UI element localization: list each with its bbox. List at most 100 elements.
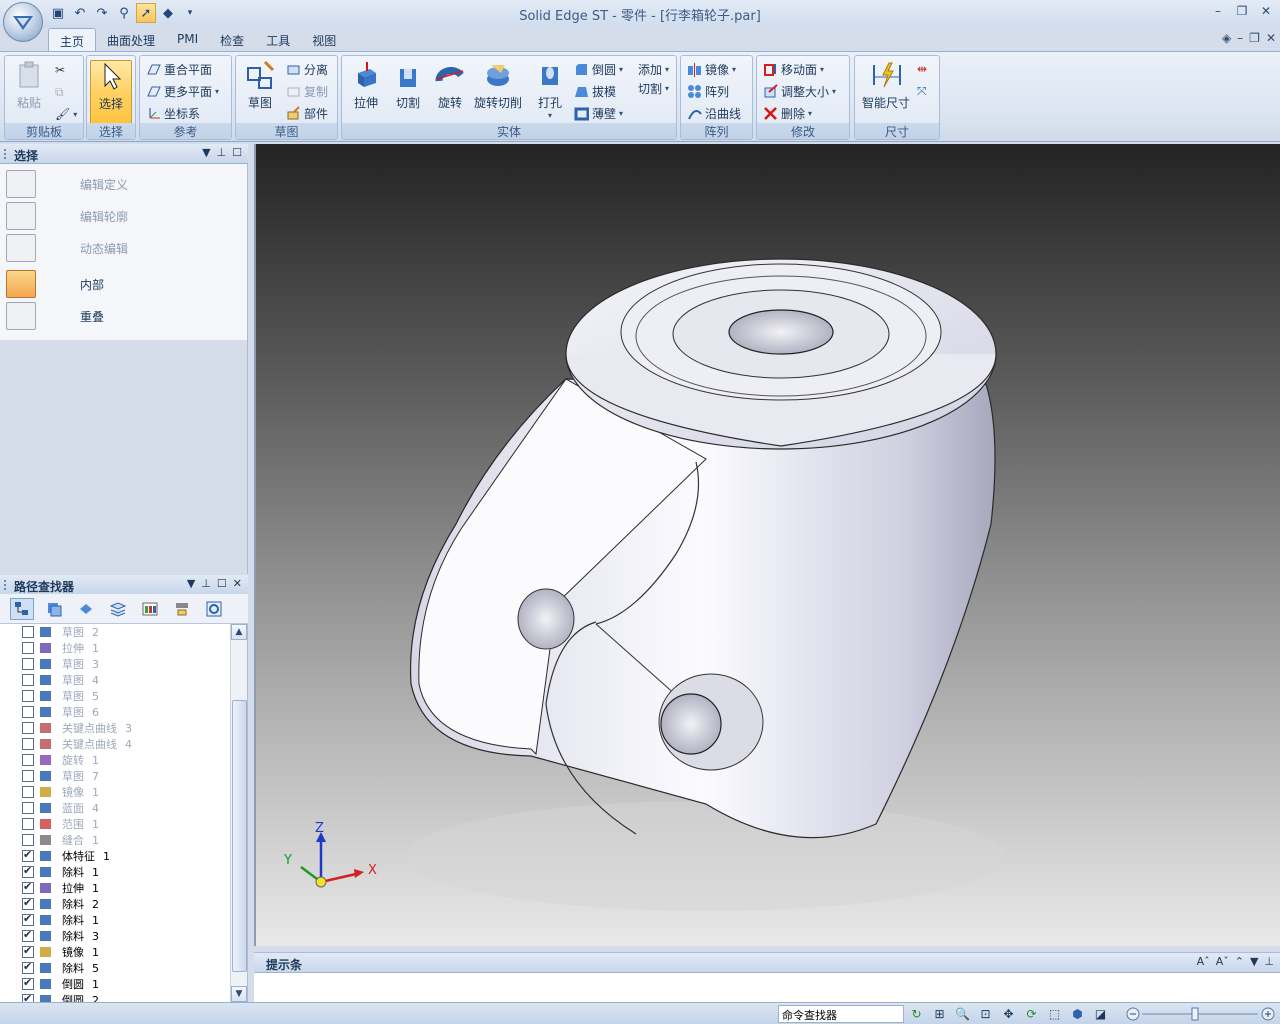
panel-grip-icon[interactable]	[4, 149, 7, 159]
pathfinder-maximize-icon[interactable]: ☐	[217, 577, 227, 590]
feature-visibility-checkbox[interactable]	[22, 706, 34, 718]
feature-visibility-checkbox[interactable]	[22, 674, 34, 686]
hole-button[interactable]: 打孔 ▾	[530, 60, 570, 120]
layers-icon[interactable]	[42, 598, 66, 620]
feature-tree-item[interactable]: 除料 1	[0, 912, 230, 928]
feature-visibility-checkbox[interactable]	[22, 786, 34, 798]
delete-button[interactable]: 删除 ▾	[763, 103, 812, 123]
caster-model[interactable]: Z X Y	[256, 144, 1280, 946]
feature-visibility-checkbox[interactable]	[22, 896, 34, 910]
tab-home[interactable]: 主页	[48, 28, 97, 52]
sketch-button[interactable]: 草图	[240, 60, 280, 111]
feature-tree-item[interactable]: 镜像 1	[0, 944, 230, 960]
cut-button[interactable]: 切割	[388, 60, 428, 111]
pathfinder-pin-icon[interactable]: ⊥	[201, 577, 211, 590]
feature-tree-item[interactable]: 除料 1	[0, 864, 230, 880]
sketch-view-icon[interactable]: ◪	[1092, 1005, 1109, 1022]
move-face-button[interactable]: 移动面 ▾	[763, 59, 824, 79]
collapse-icon[interactable]: ⌃	[1235, 955, 1244, 968]
feature-tree-item[interactable]: 草图 5	[0, 688, 230, 704]
scroll-thumb[interactable]	[232, 700, 247, 972]
shaded-icon[interactable]: ⬢	[1069, 1005, 1086, 1022]
help-book-icon[interactable]: ◈	[1222, 31, 1231, 45]
round-button[interactable]: 倒圆 ▾	[574, 59, 623, 79]
view-orient-icon[interactable]: ⬚	[1046, 1005, 1063, 1022]
zoom-icon[interactable]: 🔍	[954, 1005, 971, 1022]
command-finder-input[interactable]: 命令查找器	[778, 1005, 904, 1023]
copy-icon[interactable]: ⧉	[55, 82, 64, 102]
smart-dimension-button[interactable]: 智能尺寸	[859, 60, 913, 111]
resize-button[interactable]: 调整大小 ▾	[763, 81, 836, 101]
prompt-pin-icon[interactable]: ⊥	[1264, 955, 1274, 968]
feature-visibility-checkbox[interactable]	[22, 818, 34, 830]
feature-visibility-checkbox[interactable]	[22, 976, 34, 990]
doc-minimize-icon[interactable]: –	[1237, 31, 1243, 45]
feature-tree-item[interactable]: 草图 3	[0, 656, 230, 672]
pathfinder-grip-icon[interactable]	[4, 580, 7, 590]
feature-visibility-checkbox[interactable]	[22, 690, 34, 702]
axis-triad[interactable]: Z X Y	[283, 821, 377, 888]
family-of-parts-icon[interactable]	[138, 598, 162, 620]
coincident-plane-button[interactable]: 重合平面	[146, 59, 212, 79]
pathfinder-menu-icon[interactable]: ▼	[187, 577, 195, 590]
maximize-icon[interactable]: ❐	[1234, 3, 1250, 19]
panel-pin-icon[interactable]: ⊥	[217, 146, 227, 159]
feature-visibility-checkbox[interactable]	[22, 754, 34, 766]
add-button[interactable]: 添加 ▾	[638, 59, 669, 79]
feature-visibility-checkbox[interactable]	[22, 642, 34, 654]
feature-tree-item[interactable]: 体特征 1	[0, 848, 230, 864]
minimize-icon[interactable]: –	[1210, 3, 1226, 19]
rotate-icon[interactable]: ⟳	[1023, 1005, 1040, 1022]
close-icon[interactable]: ✕	[1258, 3, 1274, 19]
fit-icon[interactable]: ⊡	[977, 1005, 994, 1022]
feature-visibility-checkbox[interactable]	[22, 848, 34, 862]
pathfinder-close-icon[interactable]: ✕	[233, 577, 242, 590]
feature-visibility-checkbox[interactable]	[22, 880, 34, 894]
dimension-style-icon[interactable]: ⇹	[917, 59, 927, 79]
pan-icon[interactable]: ✥	[1000, 1005, 1017, 1022]
tab-surfacing[interactable]: 曲面处理	[96, 28, 166, 52]
assembly-icon[interactable]	[170, 598, 194, 620]
thin-wall-button[interactable]: 薄壁 ▾	[574, 103, 623, 123]
feature-visibility-checkbox[interactable]	[22, 722, 34, 734]
settings-icon[interactable]	[202, 598, 226, 620]
more-planes-button[interactable]: 更多平面 ▾	[146, 81, 219, 101]
feature-tree-item[interactable]: 拉伸 1	[0, 880, 230, 896]
feature-tree-item[interactable]: 缝合 1	[0, 832, 230, 848]
edit-profile-item[interactable]: 编辑轮廓	[6, 202, 244, 230]
refresh-icon[interactable]: ↻	[908, 1005, 925, 1022]
scroll-down-icon[interactable]: ▼	[231, 986, 247, 1002]
zoom-area-icon[interactable]: ⊞	[931, 1005, 948, 1022]
feature-visibility-checkbox[interactable]	[22, 928, 34, 942]
feature-tree-item[interactable]: 除料 2	[0, 896, 230, 912]
feature-visibility-checkbox[interactable]	[22, 960, 34, 974]
feature-tree-item[interactable]: 蓝面 4	[0, 800, 230, 816]
feature-tree-item[interactable]: 草图 2	[0, 624, 230, 640]
feature-visibility-checkbox[interactable]	[22, 912, 34, 926]
tab-pmi[interactable]: PMI	[166, 28, 209, 52]
feature-visibility-checkbox[interactable]	[22, 802, 34, 814]
feature-visibility-checkbox[interactable]	[22, 944, 34, 958]
doc-restore-icon[interactable]: ❐	[1249, 31, 1260, 45]
feature-tree-item[interactable]: 拉伸 1	[0, 640, 230, 656]
feature-visibility-checkbox[interactable]	[22, 658, 34, 670]
tab-view[interactable]: 视图	[301, 28, 347, 52]
feature-visibility-checkbox[interactable]	[22, 738, 34, 750]
pathfinder-scrollbar[interactable]: ▲ ▼	[230, 624, 247, 1002]
revolved-cut-button[interactable]: 旋转切削	[472, 60, 524, 111]
feature-tree-item[interactable]: 关键点曲线 3	[0, 720, 230, 736]
feature-tree-item[interactable]: 除料 5	[0, 960, 230, 976]
coordinate-system-button[interactable]: 坐标系	[146, 103, 200, 123]
feature-tree-item[interactable]: 草图 6	[0, 704, 230, 720]
pattern-button[interactable]: 阵列	[687, 81, 729, 101]
panel-menu-icon[interactable]: ▼	[202, 146, 210, 159]
feature-tree-item[interactable]: 关键点曲线 4	[0, 736, 230, 752]
feature-tree-item[interactable]: 倒圆 2	[0, 992, 230, 1002]
dynamic-edit-item[interactable]: 动态编辑	[6, 234, 244, 262]
split-button[interactable]: 分离	[286, 59, 328, 79]
font-larger-icon[interactable]: Aˆ	[1197, 955, 1210, 968]
font-smaller-icon[interactable]: Aˇ	[1216, 955, 1229, 968]
application-button[interactable]	[3, 2, 43, 42]
dimension-axis-icon[interactable]: ⤧	[917, 81, 927, 101]
copy-sketch-button[interactable]: 复制	[286, 81, 328, 101]
